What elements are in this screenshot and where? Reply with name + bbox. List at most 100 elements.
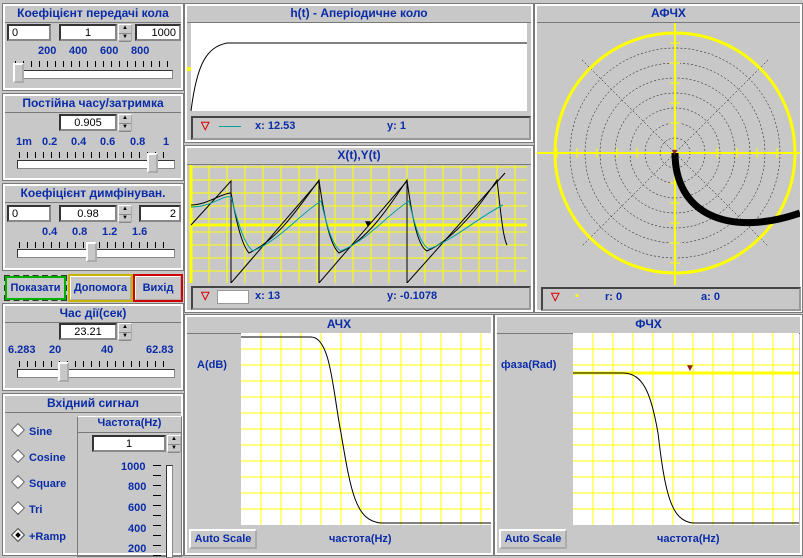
diffcoef-tick-0-4: 0.4 xyxy=(42,226,58,238)
duration-tick-20: 20 xyxy=(49,344,62,356)
radio-sine[interactable]: Sine xyxy=(10,422,53,438)
radio-tri-indicator xyxy=(10,500,26,516)
fch-ylabel: фаза(Rad) xyxy=(501,359,557,371)
frequency-spinner[interactable]: ▲ ▼ xyxy=(167,435,181,453)
radio-square[interactable]: Square xyxy=(10,474,67,490)
timeconst-spinner[interactable]: ▲ ▼ xyxy=(118,114,132,132)
duration-tick-62-83: 62.83 xyxy=(146,344,174,356)
gain-tick-600: 600 xyxy=(100,45,119,57)
xt-cursor-x: x: 13 xyxy=(255,290,281,302)
afch-panel: АФЧХ ▼ ▽ ▪ r: 0 a: 0 xyxy=(534,3,803,313)
ht-cursor-icon: ▽ xyxy=(201,120,210,132)
xt-legend-line-icon xyxy=(217,290,249,304)
ach-title: АЧХ xyxy=(187,317,491,334)
diffcoef-panel: Коефіцієнт димфінуван. 0 0.98 ▲ ▼ 2 0.4 0… xyxy=(2,183,184,271)
radio-cosine-indicator xyxy=(10,448,26,464)
xt-cursor-marker-icon: ▼ xyxy=(363,219,373,230)
ach-autoscale-button[interactable]: Auto Scale xyxy=(189,529,257,549)
duration-tick-6-283: 6.283 xyxy=(8,344,36,356)
timeconst-tick-0-6: 0.6 xyxy=(100,136,116,148)
xt-cursor-icon: ▽ xyxy=(201,290,210,302)
duration-spinner[interactable]: ▲ ▼ xyxy=(118,323,132,341)
ht-cursor-x: x: 12.53 xyxy=(255,120,296,132)
frequency-slider-ticks xyxy=(153,465,161,558)
afch-cursor-marker-icon: ▼ xyxy=(670,147,679,157)
duration-slider-thumb[interactable] xyxy=(58,362,69,382)
diffcoef-slider-thumb[interactable] xyxy=(86,242,97,262)
gain-max-field[interactable]: 1000 xyxy=(135,24,181,41)
xt-plot[interactable]: ▼ xyxy=(187,165,531,283)
timeconst-value-field[interactable]: 0.905 xyxy=(59,114,117,131)
afch-cursor-readout: ▽ ▪ r: 0 a: 0 xyxy=(541,287,801,311)
duration-title: Час дії(сек) xyxy=(5,306,181,323)
afch-plot[interactable]: ▼ xyxy=(537,23,800,285)
ht-plot[interactable] xyxy=(187,23,531,113)
gain-slider-track[interactable] xyxy=(15,70,173,79)
diffcoef-max-field[interactable]: 2 xyxy=(139,205,181,222)
frequency-tick-800: 800 xyxy=(128,481,147,493)
frequency-slider-track[interactable] xyxy=(166,465,173,558)
fch-cursor-marker-icon: ▼ xyxy=(685,363,695,374)
frequency-tick-400: 400 xyxy=(128,523,147,535)
show-button[interactable]: Показати xyxy=(4,275,67,301)
frequency-box: Частота(Hz) 1 ▲ ▼ 1000 800 600 400 200 xyxy=(77,416,182,558)
frequency-value-field[interactable]: 1 xyxy=(92,435,166,452)
fch-plot[interactable]: ▼ xyxy=(573,333,799,525)
duration-value-field[interactable]: 23.21 xyxy=(59,323,117,340)
radio-tri[interactable]: Tri xyxy=(10,500,43,516)
gain-tick-200: 200 xyxy=(38,45,57,57)
radio-cosine[interactable]: Cosine xyxy=(10,448,66,464)
duration-panel: Час дії(сек) 23.21 ▲ ▼ 6.283 20 40 62.83 xyxy=(2,303,184,391)
gain-slider-ticks xyxy=(15,61,170,67)
fch-title: ФЧХ xyxy=(497,317,800,334)
fch-xlabel: частота(Hz) xyxy=(657,533,720,545)
input-title: Вхідний сигнал xyxy=(5,396,181,413)
timeconst-tick-0-4: 0.4 xyxy=(71,136,87,148)
xt-title: X(t),Y(t) xyxy=(187,148,531,165)
timeconst-panel: Постійна часу/затримка 0.905 ▲ ▼ 1m 0.2 0… xyxy=(2,93,184,181)
xt-panel: X(t),Y(t) ▼ ▽ x: 13 y: -0.1078 xyxy=(184,145,534,313)
ht-legend-line-icon xyxy=(219,126,241,127)
ht-cursor-readout: ▽ x: 12.53 y: 1 xyxy=(191,116,531,140)
gain-tick-800: 800 xyxy=(131,45,150,57)
afch-cursor-icon: ▽ xyxy=(551,291,560,303)
diffcoef-title: Коефіцієнт димфінуван. xyxy=(5,186,181,203)
duration-slider-track[interactable] xyxy=(17,369,175,378)
afch-cursor-r: r: 0 xyxy=(605,291,623,303)
ht-panel: h(t) - Аперіодичне коло ▽ x: 12.53 y: 1 xyxy=(184,3,534,143)
gain-min-field[interactable]: 0 xyxy=(7,24,51,41)
timeconst-tick-0-8: 0.8 xyxy=(130,136,146,148)
duration-slider-ticks xyxy=(19,361,169,367)
frequency-tick-200: 200 xyxy=(128,543,147,555)
diffcoef-spinner[interactable]: ▲ ▼ xyxy=(118,205,132,223)
gain-panel: Коефіцієнт передачі кола 0 1 ▲ ▼ 1000 200… xyxy=(2,3,184,91)
radio-square-label: Square xyxy=(29,478,67,490)
ht-cursor-y: y: 1 xyxy=(387,120,406,132)
radio-tri-label: Tri xyxy=(29,504,43,516)
afch-cursor-a: a: 0 xyxy=(701,291,720,303)
radio-ramp-label: +Ramp xyxy=(29,531,66,543)
radio-cosine-label: Cosine xyxy=(29,452,66,464)
timeconst-slider-thumb[interactable] xyxy=(147,153,158,173)
frequency-tick-1000: 1000 xyxy=(121,461,146,473)
help-button[interactable]: Допомога xyxy=(68,274,133,302)
exit-button[interactable]: Вихід xyxy=(133,274,183,302)
radio-ramp[interactable]: +Ramp xyxy=(10,527,66,543)
ach-plot[interactable] xyxy=(241,333,491,525)
diffcoef-tick-0-8: 0.8 xyxy=(72,226,88,238)
afch-legend-point-icon: ▪ xyxy=(575,290,579,302)
radio-sine-indicator xyxy=(10,422,26,438)
timeconst-tick-1m: 1m xyxy=(16,136,32,148)
fch-autoscale-button[interactable]: Auto Scale xyxy=(499,529,567,549)
xt-cursor-y: y: -0.1078 xyxy=(387,290,438,302)
diffcoef-value-field[interactable]: 0.98 xyxy=(59,205,117,222)
gain-tick-400: 400 xyxy=(69,45,88,57)
gain-spinner[interactable]: ▲ ▼ xyxy=(118,24,132,42)
gain-value-field[interactable]: 1 xyxy=(59,24,117,41)
radio-sine-label: Sine xyxy=(29,426,53,438)
timeconst-tick-1: 1 xyxy=(163,136,170,148)
frequency-title: Частота(Hz) xyxy=(78,417,181,433)
diffcoef-min-field[interactable]: 0 xyxy=(7,205,51,222)
gain-slider-thumb[interactable] xyxy=(13,63,24,83)
xt-cursor-readout: ▽ x: 13 y: -0.1078 xyxy=(191,286,531,310)
